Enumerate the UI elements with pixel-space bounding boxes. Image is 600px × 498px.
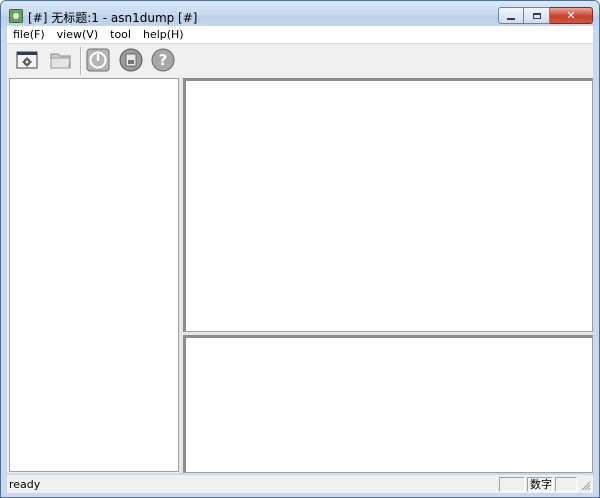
power-button[interactable] bbox=[86, 48, 110, 72]
menu-file[interactable]: file(F) bbox=[7, 28, 51, 41]
dump-view-pane[interactable] bbox=[183, 78, 593, 332]
minimize-button[interactable] bbox=[498, 7, 524, 24]
app-icon[interactable] bbox=[9, 9, 23, 23]
minimize-icon bbox=[507, 17, 515, 20]
folder-open-icon bbox=[50, 53, 71, 69]
status-cell-num: 数字 bbox=[527, 477, 553, 492]
status-cell-caps bbox=[499, 477, 525, 492]
power-icon bbox=[86, 48, 110, 72]
menu-help[interactable]: help(H) bbox=[137, 28, 190, 41]
resize-grip-icon[interactable] bbox=[581, 481, 591, 491]
disk-button[interactable] bbox=[119, 48, 143, 72]
window-title: [#] 无标题:1 - asn1dump [#] bbox=[28, 11, 198, 25]
settings-window-icon bbox=[16, 51, 38, 69]
disk-icon bbox=[119, 48, 143, 72]
tree-pane[interactable] bbox=[9, 78, 179, 472]
svg-text:?: ? bbox=[159, 51, 168, 69]
toolbar: ? bbox=[7, 43, 593, 77]
client-area bbox=[7, 77, 593, 473]
close-icon: ✕ bbox=[566, 9, 576, 22]
app-window: [#] 无标题:1 - asn1dump [#] ✕ file(F) view(… bbox=[0, 0, 600, 498]
menu-view[interactable]: view(V) bbox=[51, 28, 104, 41]
status-bar: ready 数字 bbox=[7, 475, 593, 493]
help-button[interactable]: ? bbox=[151, 48, 175, 72]
maximize-button[interactable] bbox=[524, 7, 550, 24]
caption-buttons: ✕ bbox=[498, 7, 593, 24]
toolbar-separator bbox=[80, 47, 82, 75]
detail-view-pane[interactable] bbox=[183, 335, 593, 473]
help-icon: ? bbox=[151, 48, 175, 72]
close-button[interactable]: ✕ bbox=[550, 7, 593, 24]
maximize-icon bbox=[532, 12, 541, 19]
open-folder-button[interactable] bbox=[49, 48, 73, 72]
menu-bar: file(F) view(V) tool help(H) bbox=[7, 26, 593, 43]
menu-tool[interactable]: tool bbox=[104, 28, 137, 41]
status-text: ready bbox=[9, 478, 41, 491]
status-cell-scroll bbox=[555, 477, 577, 492]
settings-window-button[interactable] bbox=[15, 48, 39, 72]
